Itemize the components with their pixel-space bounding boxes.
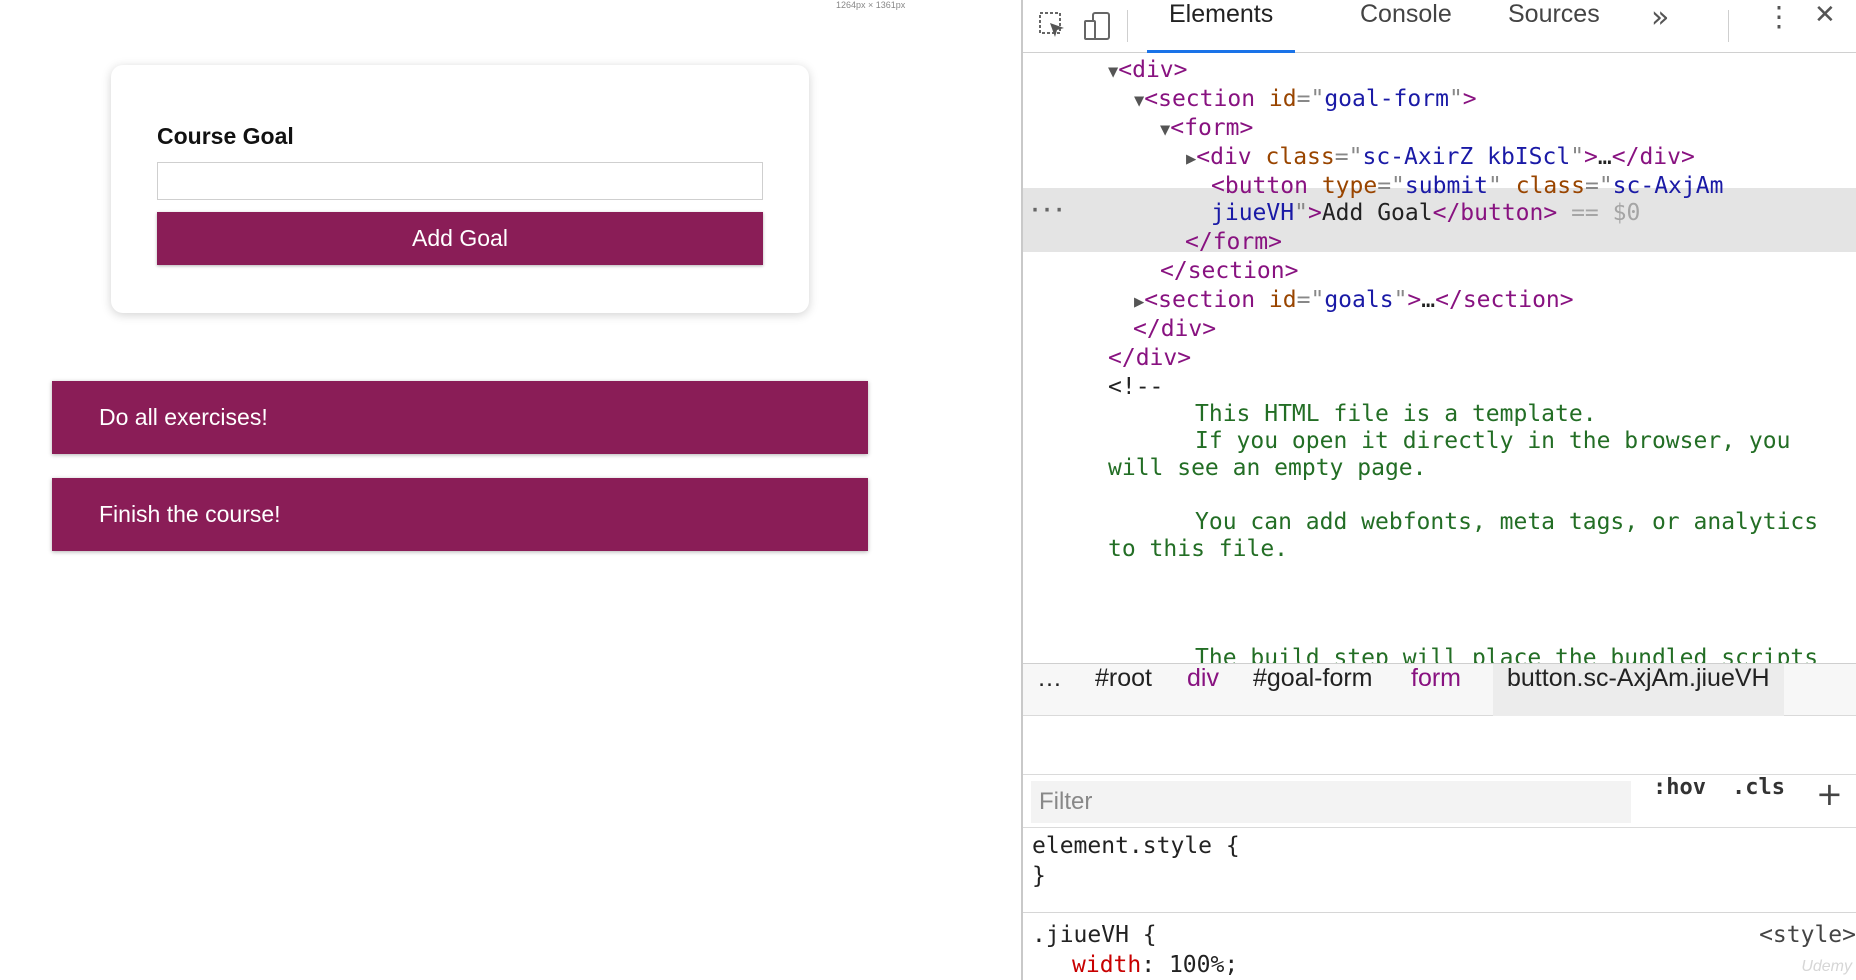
dom-node-div-close[interactable]: </div>	[1133, 313, 1216, 345]
style-rule-divider	[1023, 912, 1856, 913]
tab-elements[interactable]: Elements	[1147, 0, 1296, 53]
toolbar-divider	[1127, 10, 1128, 42]
style-rule-selector[interactable]: .jiueVH {	[1032, 920, 1157, 950]
device-toolbar-icon[interactable]	[1079, 8, 1115, 44]
add-goal-button[interactable]: Add Goal	[157, 212, 763, 265]
devtools-panel: Elements Console Sources » ⋮ ✕ ··· ▼<div…	[1021, 0, 1856, 980]
breadcrumb: … #root div #goal-form form button.sc-Ax…	[1023, 663, 1856, 716]
node-actions-icon[interactable]: ···	[1029, 198, 1065, 222]
dom-node-button-selected-cont[interactable]: jiueVH">Add Goal</button> == $0	[1211, 197, 1640, 229]
goal-form-card: Course Goal Add Goal	[111, 65, 809, 313]
style-rule-selector[interactable]: element.style {	[1032, 831, 1240, 861]
styles-pane: element.style { } .jiueVH { <style> widt…	[1023, 829, 1856, 980]
collapse-triangle-icon[interactable]: ▼	[1134, 91, 1144, 111]
toolbar-divider	[1728, 10, 1729, 42]
kebab-menu-icon[interactable]: ⋮	[1765, 0, 1793, 53]
breadcrumb-div[interactable]: div	[1187, 664, 1219, 716]
dom-comment-open[interactable]: <!--	[1108, 371, 1163, 403]
breadcrumb-goal-form[interactable]: #goal-form	[1253, 664, 1373, 716]
viewport-size-label: 1264px × 1361px	[836, 0, 906, 10]
cls-toggle[interactable]: .cls	[1732, 775, 1785, 829]
styles-filter-input[interactable]	[1031, 781, 1631, 823]
expand-triangle-icon[interactable]: ▶	[1134, 292, 1144, 312]
expand-triangle-icon[interactable]: ▶	[1186, 149, 1196, 169]
inspect-element-icon[interactable]	[1035, 8, 1071, 44]
hov-toggle[interactable]: :hov	[1653, 775, 1706, 829]
dom-node-div-collapsed[interactable]: ▶<div class="sc-AxirZ kbIScl">…</div>	[1186, 141, 1695, 173]
dom-node-section-goal-form[interactable]: ▼<section id="goal-form">	[1134, 83, 1477, 115]
goal-item[interactable]: Do all exercises!	[52, 381, 868, 454]
tab-sources[interactable]: Sources	[1508, 0, 1600, 53]
dom-node-form-close[interactable]: </form>	[1185, 226, 1282, 258]
goal-item[interactable]: Finish the course!	[52, 478, 868, 551]
dom-node-div-close[interactable]: </div>	[1108, 342, 1191, 374]
dom-comment-line: will see an empty page.	[1108, 455, 1427, 481]
collapse-triangle-icon[interactable]: ▼	[1160, 120, 1170, 140]
style-rule-source-link[interactable]: <style>	[1759, 920, 1856, 950]
dom-node-section-goals[interactable]: ▶<section id="goals">…</section>	[1134, 284, 1574, 316]
tab-console[interactable]: Console	[1360, 0, 1452, 53]
devtools-toolbar: Elements Console Sources » ⋮ ✕	[1023, 0, 1856, 53]
dom-comment-line: You can add webfonts, meta tags, or anal…	[1195, 509, 1819, 535]
close-icon[interactable]: ✕	[1814, 0, 1836, 53]
dom-tree: ··· ▼<div> ▼<section id="goal-form"> ▼<f…	[1023, 54, 1856, 663]
page-viewport: 1264px × 1361px Course Goal Add Goal Do …	[0, 0, 1021, 980]
dom-node-form[interactable]: ▼<form>	[1160, 112, 1253, 144]
collapse-triangle-icon[interactable]: ▼	[1108, 62, 1118, 82]
dom-comment-line: to this file.	[1108, 536, 1289, 562]
styles-filter-bar: :hov .cls +	[1023, 774, 1856, 828]
breadcrumb-more[interactable]: …	[1037, 664, 1062, 716]
dom-comment-line: The build step will place the bundled sc…	[1195, 645, 1819, 663]
breadcrumb-button[interactable]: button.sc-AxjAm.jiueVH	[1493, 664, 1784, 716]
breadcrumb-form[interactable]: form	[1411, 664, 1461, 716]
breadcrumb-root[interactable]: #root	[1095, 664, 1152, 716]
dom-node-section-close[interactable]: </section>	[1160, 255, 1298, 287]
more-tabs-icon[interactable]: »	[1651, 0, 1669, 53]
style-rule-close: }	[1032, 863, 1046, 889]
dom-node-div[interactable]: ▼<div>	[1108, 54, 1188, 86]
style-declaration[interactable]: width: 100%;	[1072, 950, 1238, 980]
watermark-logo: Udemy	[1801, 958, 1852, 975]
course-goal-label: Course Goal	[157, 123, 294, 149]
new-style-rule-icon[interactable]: +	[1816, 775, 1843, 829]
course-goal-input[interactable]	[157, 162, 763, 200]
